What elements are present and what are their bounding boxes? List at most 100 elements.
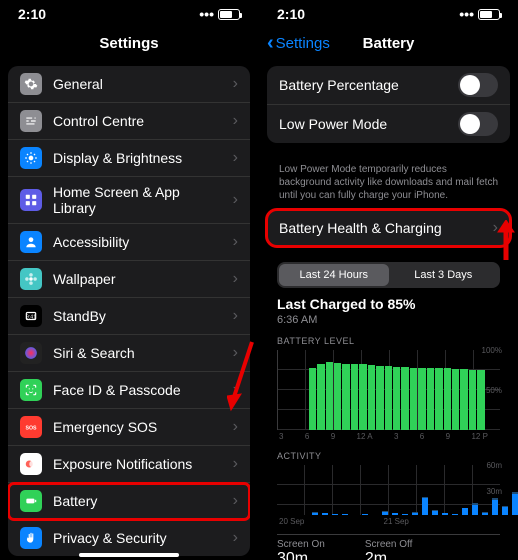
chevron-right-icon: › xyxy=(493,219,498,237)
settings-row-face-id-passcode[interactable]: Face ID & Passcode› xyxy=(8,372,250,409)
low-power-mode-row[interactable]: Low Power Mode xyxy=(267,105,510,143)
settings-row-siri-search[interactable]: Siri & Search › xyxy=(8,335,250,372)
grid-icon xyxy=(20,189,42,211)
settings-row-control-centre[interactable]: Control Centre› xyxy=(8,103,250,140)
level-bar xyxy=(435,368,442,430)
screen-off-col: Screen Off 2m xyxy=(365,539,413,560)
settings-row-display-brightness[interactable]: Display & Brightness › xyxy=(8,140,250,177)
time-range-tabs: Last 24 Hours Last 3 Days xyxy=(277,262,500,288)
flower-icon xyxy=(20,268,42,290)
activity-label: ACTIVITY xyxy=(277,451,500,461)
chevron-right-icon: › xyxy=(233,344,238,362)
activity-bar xyxy=(502,506,508,515)
level-bar xyxy=(326,362,333,430)
battery-level-label: BATTERY LEVEL xyxy=(277,336,500,346)
x-axis-labels: 36912 A36912 P xyxy=(277,430,500,441)
settings-content[interactable]: General›Control Centre›Display & Brightn… xyxy=(0,58,258,560)
settings-row-standby[interactable]: 9:41StandBy› xyxy=(8,298,250,335)
back-button[interactable]: ‹ Settings xyxy=(267,32,330,55)
chevron-right-icon: › xyxy=(233,233,238,251)
battery-status-icon xyxy=(218,9,240,20)
chevron-right-icon: › xyxy=(233,455,238,473)
activity-dates: 20 Sep 21 Sep xyxy=(277,515,500,526)
sun-icon xyxy=(20,147,42,169)
battery-percentage-toggle[interactable] xyxy=(458,73,498,97)
battery-detail: Last 24 Hours Last 3 Days Last Charged t… xyxy=(267,262,510,560)
standby-icon: 9:41 xyxy=(20,305,42,327)
person-icon xyxy=(20,231,42,253)
activity-bar xyxy=(382,511,388,515)
chevron-right-icon: › xyxy=(233,191,238,209)
activity-bar xyxy=(432,510,438,515)
battery-icon xyxy=(20,490,42,512)
status-right: ••• xyxy=(459,6,500,22)
activity-bar xyxy=(452,514,458,515)
settings-row-wallpaper[interactable]: Wallpaper› xyxy=(8,261,250,298)
battery-content[interactable]: Battery Percentage Low Power Mode Low Po… xyxy=(259,58,518,560)
activity-bar xyxy=(332,514,338,515)
chevron-right-icon: › xyxy=(233,418,238,436)
svg-text:SOS: SOS xyxy=(25,425,37,431)
settings-row-exposure-notifications[interactable]: Exposure Notifications› xyxy=(8,446,250,483)
screen-off-label: Screen Off xyxy=(365,539,413,550)
settings-row-general[interactable]: General› xyxy=(8,66,250,103)
row-label: Wallpaper xyxy=(53,271,222,287)
activity-bar xyxy=(342,514,348,515)
status-bar: 2:10 ••• xyxy=(259,0,518,28)
battery-health-row[interactable]: Battery Health & Charging › xyxy=(267,210,510,246)
row-label: StandBy xyxy=(53,308,222,324)
chevron-right-icon: › xyxy=(233,529,238,547)
settings-row-privacy-security[interactable]: Privacy & Security › xyxy=(8,520,250,556)
row-label: Siri & Search xyxy=(53,345,222,361)
row-label: Privacy & Security xyxy=(53,530,222,546)
low-power-mode-toggle[interactable] xyxy=(458,112,498,136)
status-right: ••• xyxy=(199,6,240,22)
hand-icon xyxy=(20,527,42,549)
activity-bar xyxy=(412,512,418,515)
row-label: Home Screen & App Library xyxy=(53,184,222,216)
settings-row-battery[interactable]: Battery› xyxy=(8,483,250,520)
level-bar xyxy=(342,364,349,430)
y-mid: 50% xyxy=(486,386,502,395)
settings-row-accessibility[interactable]: Accessibility› xyxy=(8,224,250,261)
signal-icon: ••• xyxy=(199,6,214,22)
activity-chart: 60m 30m xyxy=(277,465,500,515)
level-bar xyxy=(393,367,400,430)
level-bar xyxy=(401,367,408,430)
level-bar xyxy=(385,366,392,430)
status-time: 2:10 xyxy=(18,6,46,22)
activity-bar xyxy=(492,498,498,515)
settings-row-home-screen-app-library[interactable]: Home Screen & App Library › xyxy=(8,177,250,224)
level-bar xyxy=(460,369,467,430)
activity-bar xyxy=(422,497,428,515)
exposure-icon xyxy=(20,453,42,475)
screen-on-value: 30m xyxy=(277,550,325,560)
page-title: Battery xyxy=(363,35,415,52)
row-label: Low Power Mode xyxy=(279,116,447,132)
y-max: 60m xyxy=(486,461,502,470)
faceid-icon xyxy=(20,379,42,401)
settings-screen: 2:10 ••• Settings General›Control Centre… xyxy=(0,0,259,560)
siri-icon xyxy=(20,342,42,364)
battery-percentage-row[interactable]: Battery Percentage xyxy=(267,66,510,105)
level-bar xyxy=(351,364,358,430)
activity-bar xyxy=(442,513,448,515)
last-charged-time: 6:36 AM xyxy=(277,314,500,326)
level-bar xyxy=(376,366,383,430)
row-label: Display & Brightness xyxy=(53,150,222,166)
back-label: Settings xyxy=(276,35,330,52)
activity-bar xyxy=(322,513,328,515)
sliders-icon xyxy=(20,110,42,132)
level-bar xyxy=(368,365,375,430)
activity-bar xyxy=(512,492,518,515)
tab-last-24-hours[interactable]: Last 24 Hours xyxy=(279,264,389,286)
chevron-right-icon: › xyxy=(233,149,238,167)
row-label: Battery Percentage xyxy=(279,77,447,93)
battery-status-icon xyxy=(478,9,500,20)
row-label: General xyxy=(53,76,222,92)
activity-bar xyxy=(462,508,468,515)
home-indicator xyxy=(79,553,179,557)
tab-last-3-days[interactable]: Last 3 Days xyxy=(389,264,499,286)
chevron-right-icon: › xyxy=(233,492,238,510)
settings-row-emergency-sos[interactable]: SOSEmergency SOS› xyxy=(8,409,250,446)
